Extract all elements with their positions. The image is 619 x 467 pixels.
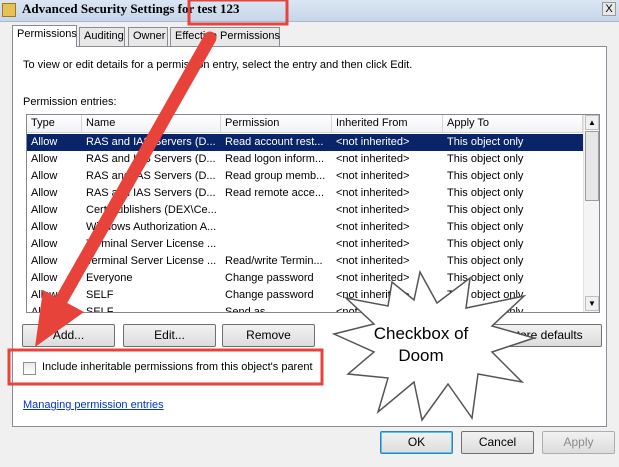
table-cell: Allow xyxy=(31,255,58,267)
cancel-button[interactable]: Cancel xyxy=(461,431,534,454)
callout-line-2: Doom xyxy=(398,346,444,365)
table-row[interactable]: Allow Terminal Server License ... Read/wri… xyxy=(27,253,583,270)
table-cell: This object only xyxy=(447,289,524,301)
column-header-inherited-from[interactable]: Inherited From xyxy=(332,115,443,133)
table-cell: RAS and IAS Servers (D... xyxy=(86,136,216,148)
callout-text: Checkbox of Doom xyxy=(356,323,486,367)
include-inheritable-checkbox[interactable] xyxy=(23,362,36,375)
remove-button[interactable]: Remove xyxy=(222,324,315,347)
table-cell: Change password xyxy=(225,272,314,284)
edit-button[interactable]: Edit... xyxy=(123,324,216,347)
column-header-permission[interactable]: Permission xyxy=(221,115,332,133)
table-cell: Allow xyxy=(31,306,58,313)
instructions-text: To view or edit details for a permission… xyxy=(23,59,413,71)
table-cell: <not inherited> xyxy=(336,255,410,267)
title-bar: Advanced Security Settings for test 123 … xyxy=(0,0,619,22)
table-cell: This object only xyxy=(447,204,524,216)
table-row[interactable]: Allow Terminal Server License ... <not inh… xyxy=(27,236,583,253)
close-button[interactable]: X xyxy=(602,2,616,16)
table-cell: Send as xyxy=(225,306,266,313)
table-cell: <not inherited> xyxy=(336,153,410,165)
table-cell: Read/write Termin... xyxy=(225,255,323,267)
restore-defaults-button[interactable]: Restore defaults xyxy=(476,324,602,347)
table-cell: Allow xyxy=(31,153,58,165)
table-cell: Read group memb... xyxy=(225,170,326,182)
table-row[interactable]: Allow RAS and IAS Servers (D... Read accou… xyxy=(27,133,584,152)
table-row[interactable]: Allow RAS and IAS Servers (D... Read remot… xyxy=(27,185,583,202)
table-row[interactable]: Allow Cert Publishers (DEX\Ce... <not inhe… xyxy=(27,202,583,219)
table-row[interactable]: Allow SELF Send as <not inherited> This obje… xyxy=(27,304,583,313)
table-cell: This object only xyxy=(447,272,524,284)
table-cell: This object only xyxy=(447,187,524,199)
table-cell: Change password xyxy=(225,289,314,301)
table-cell: This object only xyxy=(447,153,524,165)
table-cell: <not inherited> xyxy=(336,204,410,216)
table-cell: Allow xyxy=(31,289,58,301)
table-cell: This object only xyxy=(447,136,524,148)
table-cell: RAS and IAS Servers (D... xyxy=(86,170,216,182)
managing-permission-entries-link[interactable]: Managing permission entries xyxy=(23,399,164,411)
table-row[interactable]: Allow RAS and IAS Servers (D... Read group… xyxy=(27,168,583,185)
tab-owner[interactable]: Owner xyxy=(128,27,168,46)
table-cell: <not inherited> xyxy=(336,187,410,199)
table-cell: Read logon inform... xyxy=(225,153,325,165)
table-cell: Cert Publishers (DEX\Ce... xyxy=(86,204,216,216)
tab-permissions[interactable]: Permissions xyxy=(12,25,77,47)
tab-auditing[interactable]: Auditing xyxy=(79,27,125,46)
scroll-thumb[interactable] xyxy=(585,131,599,201)
table-row[interactable]: Allow Everyone Change password <not inherit… xyxy=(27,270,583,287)
column-header-apply-to[interactable]: Apply To xyxy=(443,115,583,133)
table-cell: Read remote acce... xyxy=(225,187,325,199)
table-cell: Allow xyxy=(31,204,58,216)
table-cell: SELF xyxy=(86,289,114,301)
table-cell: <not inherited> xyxy=(336,221,410,233)
table-cell: <not inherited> xyxy=(336,170,410,182)
vertical-scrollbar[interactable]: ▲ ▼ xyxy=(583,115,599,312)
column-header-type[interactable]: Type xyxy=(27,115,82,133)
table-cell: Allow xyxy=(31,272,58,284)
ok-button[interactable]: OK xyxy=(380,431,453,454)
table-row[interactable]: Allow Windows Authorization A... <not inhe… xyxy=(27,219,583,236)
table-cell: Terminal Server License ... xyxy=(86,238,216,250)
table-cell: Read account rest... xyxy=(225,136,324,148)
permission-entries-list[interactable]: Type Name Permission Inherited From Appl… xyxy=(26,114,600,313)
table-cell: Allow xyxy=(31,238,58,250)
table-row[interactable]: Allow SELF Change password <not inherited> T… xyxy=(27,287,583,304)
table-cell: Allow xyxy=(31,170,58,182)
scroll-up-icon[interactable]: ▲ xyxy=(585,115,599,130)
table-cell: <not inherited> xyxy=(336,136,410,148)
table-cell: <not inherited> xyxy=(336,272,410,284)
list-header: Type Name Permission Inherited From Appl… xyxy=(27,115,583,133)
tab-effective-permissions[interactable]: Effective Permissions xyxy=(170,27,280,46)
column-header-name[interactable]: Name xyxy=(82,115,221,133)
table-cell: RAS and IAS Servers (D... xyxy=(86,187,216,199)
scroll-down-icon[interactable]: ▼ xyxy=(585,296,599,311)
add-button[interactable]: Add... xyxy=(22,324,115,347)
include-inheritable-label[interactable]: Include inheritable permissions from thi… xyxy=(42,361,313,373)
table-cell: <not inherited> xyxy=(336,238,410,250)
folder-icon xyxy=(2,3,16,17)
table-cell: Allow xyxy=(31,221,58,233)
table-cell: Allow xyxy=(31,187,58,199)
table-cell: This object only xyxy=(447,306,524,313)
table-cell: Allow xyxy=(31,136,58,148)
table-cell: <not inherited> xyxy=(336,289,410,301)
permission-entries-label: Permission entries: xyxy=(23,96,117,108)
table-cell: RAS and IAS Servers (D... xyxy=(86,153,216,165)
window-title: Advanced Security Settings for test 123 xyxy=(22,1,240,16)
table-cell: Everyone xyxy=(86,272,133,284)
table-cell: Windows Authorization A... xyxy=(86,221,216,233)
table-cell: Terminal Server License ... xyxy=(86,255,216,267)
table-cell: This object only xyxy=(447,221,524,233)
table-cell: This object only xyxy=(447,238,524,250)
callout-line-1: Checkbox of xyxy=(373,324,469,343)
table-cell: This object only xyxy=(447,255,524,267)
table-row[interactable]: Allow RAS and IAS Servers (D... Read logon… xyxy=(27,151,583,168)
table-cell: This object only xyxy=(447,170,524,182)
table-cell: SELF xyxy=(86,306,114,313)
apply-button[interactable]: Apply xyxy=(542,431,615,454)
table-cell: <not inherited> xyxy=(336,306,410,313)
